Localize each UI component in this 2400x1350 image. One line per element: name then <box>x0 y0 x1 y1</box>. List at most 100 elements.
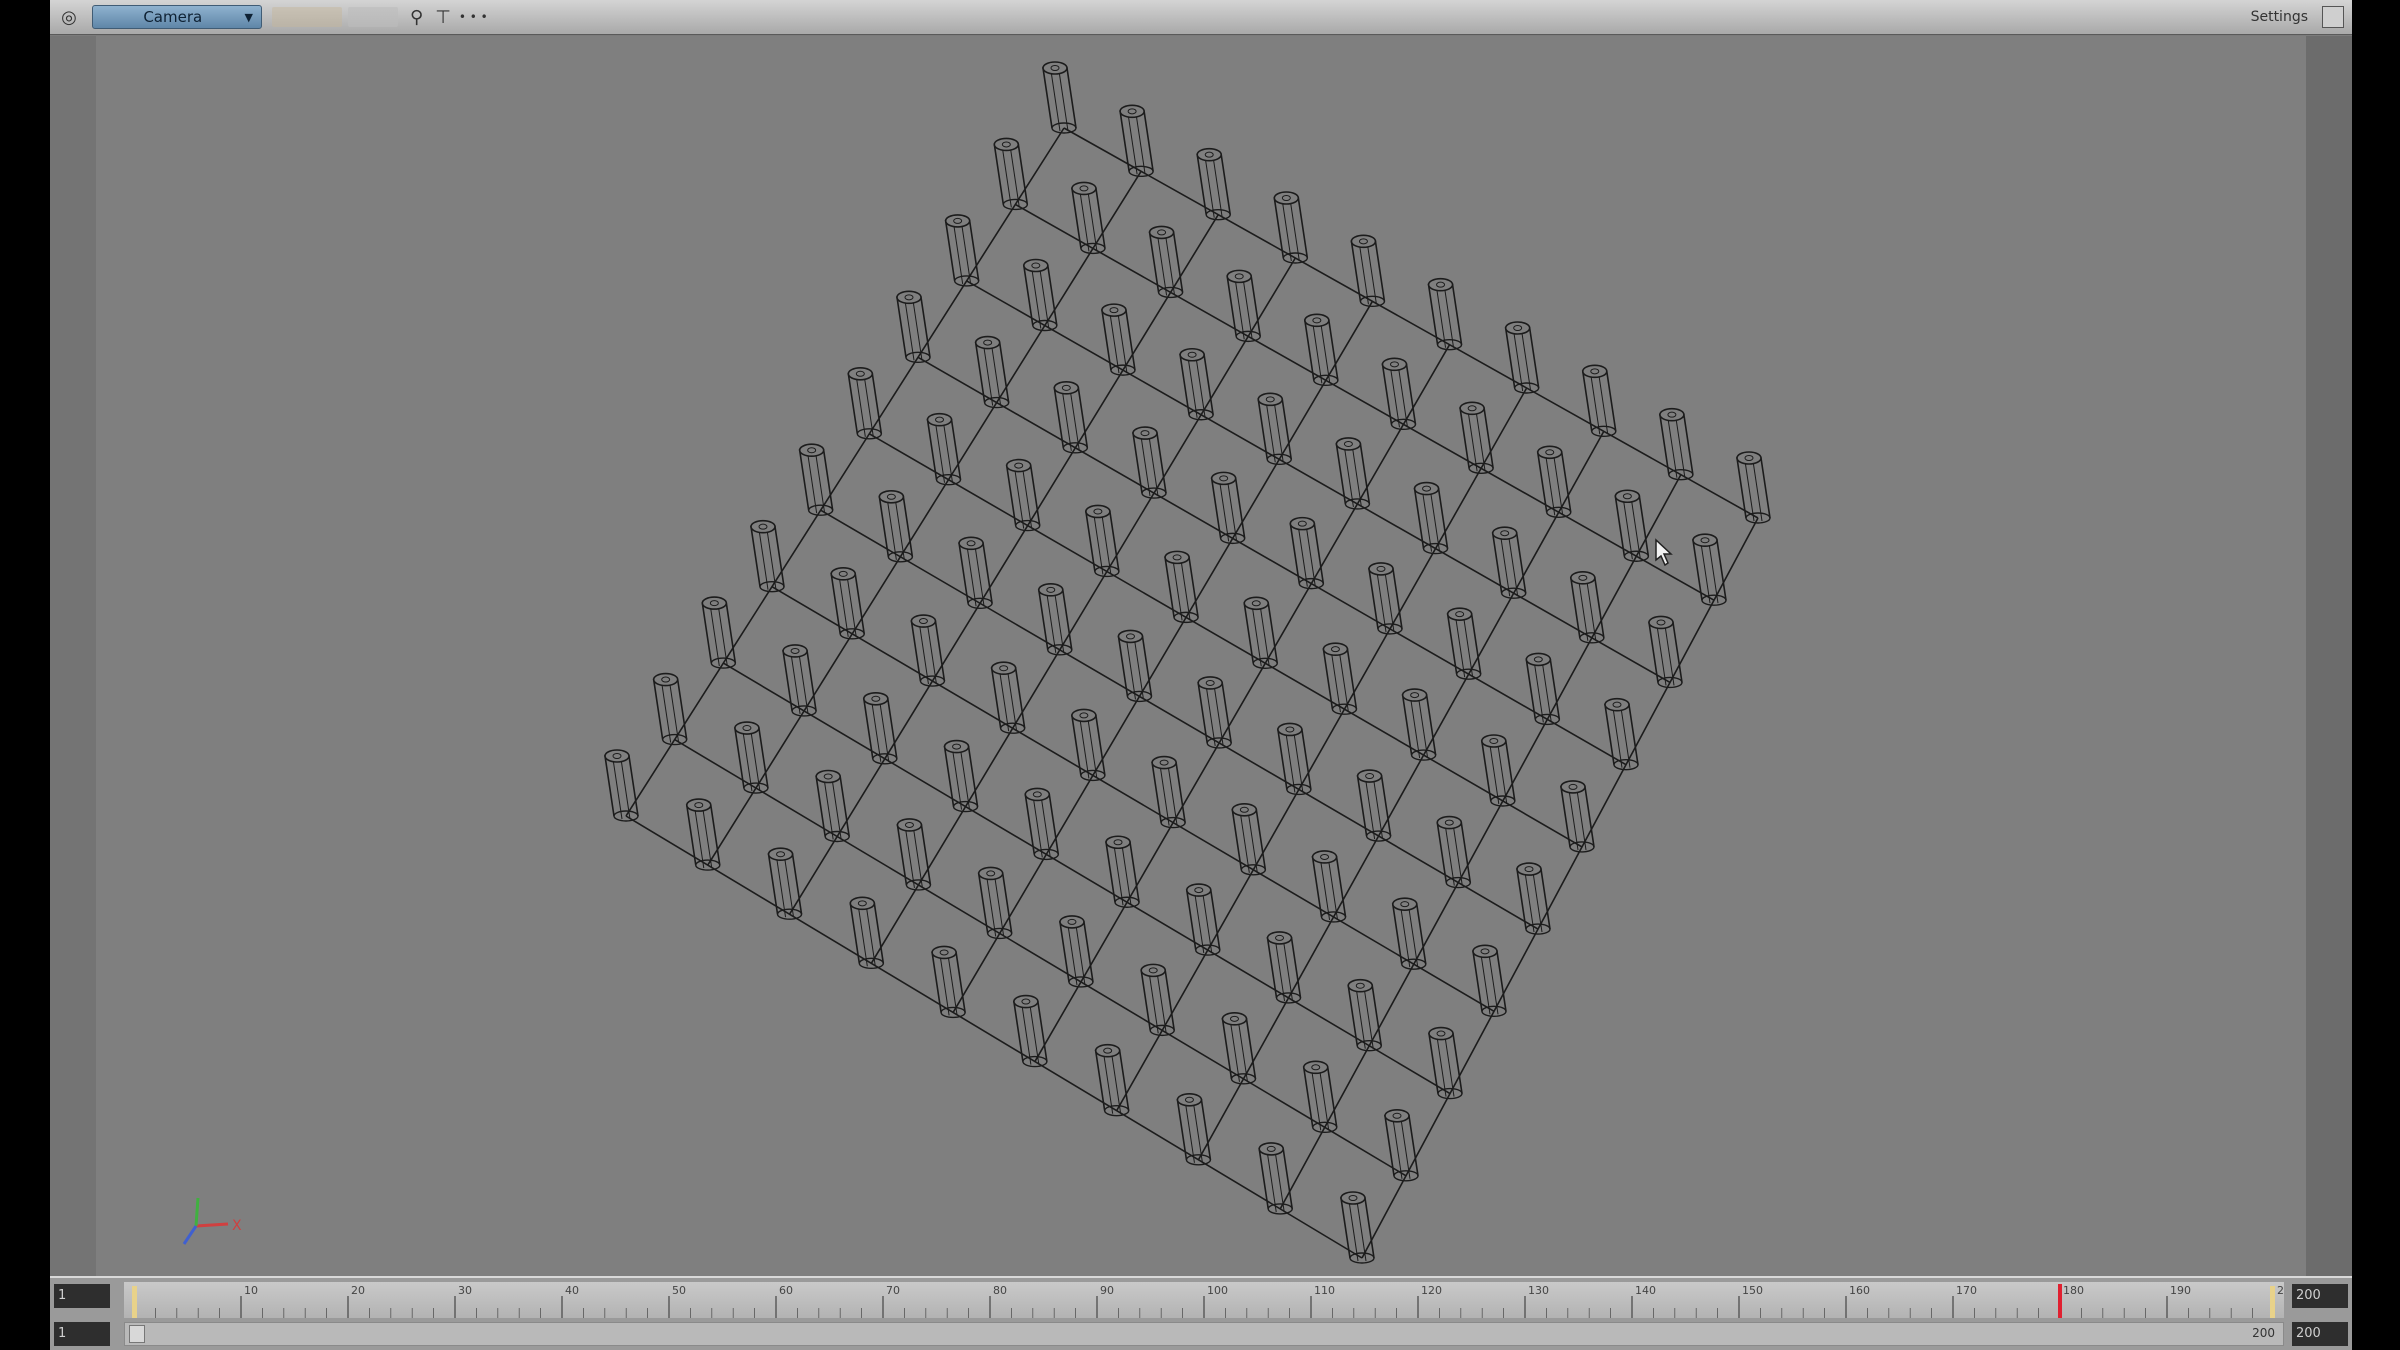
dots-icon[interactable]: • • • <box>459 10 488 24</box>
range-start-field[interactable]: 1 <box>54 1322 110 1346</box>
pillar-edge <box>1444 287 1455 348</box>
pillar <box>1335 437 1371 510</box>
pillar-cap <box>863 691 889 706</box>
pillar-edge <box>1373 778 1384 840</box>
pillar-cap <box>1581 364 1608 379</box>
pillar-cap <box>1356 769 1383 783</box>
grid-line-u <box>1034 344 1451 1062</box>
maximize-button[interactable] <box>2322 6 2344 28</box>
pillar-cap <box>767 847 794 862</box>
pillar-cap <box>1101 303 1127 317</box>
viewport-menu-icon[interactable]: ◎ <box>56 4 82 30</box>
grid-line-u <box>1361 517 1759 1259</box>
timeline-ruler[interactable]: 10 20 30 40 50 60 70 80 90 100 110 120 130 140 150 160 1… <box>124 1282 2298 1318</box>
pillar-edge <box>661 682 672 743</box>
range-slider-handle[interactable] <box>129 1325 145 1343</box>
pillar <box>1347 978 1383 1052</box>
pillar-cap <box>1197 676 1223 690</box>
pillar <box>1105 835 1140 908</box>
start-frame-field[interactable]: 1 <box>54 1284 110 1308</box>
pillar-edge <box>855 376 866 437</box>
grid-lines <box>625 127 1759 1259</box>
start-marker <box>132 1286 137 1318</box>
pillar-cap <box>1481 734 1507 748</box>
ruler-tick-label: 170 <box>1956 1284 1977 1297</box>
pillar-cap <box>1005 458 1032 473</box>
pillars <box>604 61 1771 1264</box>
pillar-edge <box>1156 973 1167 1034</box>
pillar-edge <box>1001 147 1012 208</box>
pillar-edge <box>1242 279 1253 340</box>
pillar-cap <box>958 536 984 551</box>
ruler-tick-label: 10 <box>244 1284 258 1297</box>
pillar-cap <box>1053 381 1080 395</box>
grid-line-v <box>674 738 1407 1177</box>
pillar <box>604 749 639 822</box>
pillar-cap <box>1132 426 1158 440</box>
pillar-edge <box>974 546 985 607</box>
pillar <box>1024 787 1060 861</box>
viewport-left-border <box>50 36 96 1276</box>
pillar-edge <box>1121 845 1132 906</box>
pillar-cap <box>1258 1142 1285 1156</box>
pillar-edge <box>1620 707 1631 768</box>
pillar-cap <box>815 769 841 784</box>
pillar-cap <box>798 443 825 458</box>
3d-viewport[interactable]: X <box>96 36 2306 1276</box>
pillar-edge <box>750 730 761 792</box>
pillar-edge <box>1192 1102 1203 1163</box>
pillar-cap <box>1302 1060 1329 1075</box>
playhead[interactable] <box>2058 1284 2062 1318</box>
pillar-edge <box>1444 1036 1455 1097</box>
axis-z-line <box>182 1225 198 1245</box>
toolbar-faded-button-2[interactable] <box>348 7 398 27</box>
range-end-field[interactable]: 200 <box>2292 1322 2348 1346</box>
pillar <box>1569 571 1605 644</box>
pillar <box>1472 944 1507 1018</box>
mouse-cursor-icon <box>1655 538 1673 567</box>
pillar-cap <box>1266 931 1293 945</box>
lamp-icon[interactable]: ⚲ <box>410 7 423 28</box>
pillar <box>1581 364 1617 438</box>
grid-line-u <box>788 214 1219 915</box>
pillar-edge <box>1167 765 1178 826</box>
pillar-edge <box>912 300 923 361</box>
pillar-cap <box>990 661 1017 676</box>
pillar-edge <box>1497 743 1508 805</box>
pillar-cap <box>1151 755 1177 770</box>
pillar-cap <box>1164 550 1190 565</box>
ruler-tick-label: 80 <box>993 1284 1007 1297</box>
pillar-edge <box>1195 357 1206 418</box>
pillar-cap <box>1459 401 1485 416</box>
ruler-tick-label: 180 <box>2063 1284 2084 1297</box>
pillar-cap <box>1391 897 1418 911</box>
pillar-edge <box>1259 606 1270 667</box>
layout-label[interactable]: Settings <box>2251 9 2308 25</box>
pillar-edge <box>846 576 857 637</box>
camera-select[interactable]: Camera ▼ <box>92 5 262 29</box>
pillar-cap <box>896 290 922 305</box>
ruler-tick-label: 200 <box>2277 1284 2284 1297</box>
pillar <box>931 945 966 1019</box>
pillar-edge <box>1475 411 1486 472</box>
pillar <box>1243 596 1279 669</box>
end-frame-field[interactable]: 200 <box>2292 1284 2348 1308</box>
pillar-cap <box>974 335 1001 350</box>
range-slider[interactable]: 200 <box>124 1322 2284 1346</box>
pillar <box>896 818 932 891</box>
toolbar-faded-button[interactable] <box>272 7 342 27</box>
pillar <box>1401 688 1437 761</box>
pillar <box>1164 550 1199 624</box>
pillar <box>652 672 688 746</box>
pillar-edge <box>1054 592 1065 653</box>
pillar-cap <box>1210 471 1237 486</box>
pillar-edge <box>926 623 937 685</box>
pillar <box>1266 931 1302 1004</box>
pillar-cap <box>944 214 971 228</box>
pillar-edge <box>904 300 915 361</box>
pillar-cap <box>926 412 953 427</box>
pillar-edge <box>1009 147 1020 208</box>
pillar <box>733 721 769 794</box>
axis-x-line <box>195 1222 229 1228</box>
tripod-icon[interactable]: ⊤ <box>435 7 451 28</box>
